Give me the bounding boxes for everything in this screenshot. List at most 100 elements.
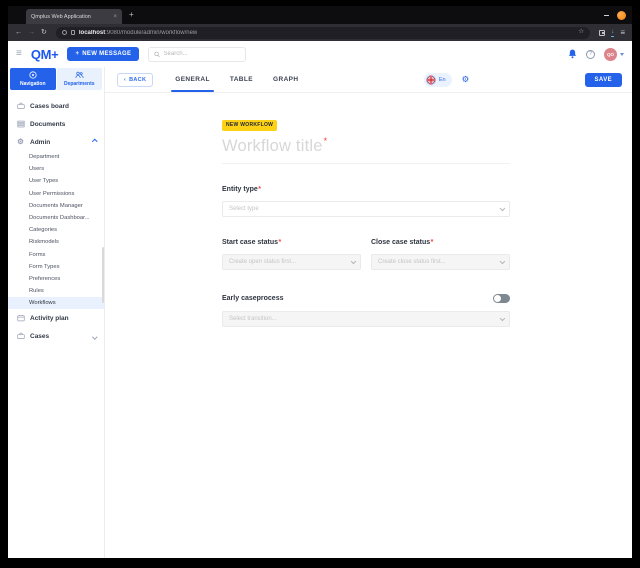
app-body: Navigation Departments Cases board Docum… xyxy=(8,67,632,558)
chevron-down-icon xyxy=(620,52,624,56)
workflow-title-input[interactable]: Workflow title* xyxy=(222,136,510,164)
chevron-down-icon xyxy=(499,315,505,321)
browser-window: Qmplus Web Application × + ← → ↻ localho… xyxy=(8,6,632,558)
extensions-icon[interactable] xyxy=(599,29,606,36)
downloads-icon[interactable]: ↓ xyxy=(611,28,615,37)
close-case-status-select[interactable]: Create close status first... xyxy=(371,254,510,270)
briefcase-icon xyxy=(16,102,25,110)
refresh-icon[interactable]: ↻ xyxy=(41,29,47,36)
settings-gear-icon[interactable]: ⚙ xyxy=(462,75,470,84)
chevron-down-icon xyxy=(350,258,356,264)
people-icon xyxy=(75,72,84,79)
tab-graph[interactable]: GRAPH xyxy=(263,67,308,92)
new-message-button[interactable]: + NEW MESSAGE xyxy=(67,47,140,61)
sidebar-item-forms[interactable]: Forms xyxy=(8,249,104,261)
sidebar-scrollbar[interactable] xyxy=(102,247,104,303)
new-message-label: NEW MESSAGE xyxy=(82,51,132,57)
save-button[interactable]: SAVE xyxy=(584,72,623,87)
sidebar-item-rules[interactable]: Rules xyxy=(8,285,104,297)
global-search[interactable] xyxy=(148,46,247,62)
url-host: localhost xyxy=(78,29,106,36)
browser-tabstrip: Qmplus Web Application × + xyxy=(8,6,632,24)
new-tab-icon[interactable]: + xyxy=(129,6,134,24)
transition-select[interactable]: Select transition... xyxy=(222,311,510,327)
sidebar-item-cases[interactable]: Cases xyxy=(8,327,104,345)
back-button[interactable]: ‹ BACK xyxy=(117,72,154,87)
sidebar-tab-departments[interactable]: Departments xyxy=(56,68,102,90)
content-toolbar: ‹ BACK GENERAL TABLE GRAPH En ⚙ SAVE xyxy=(105,67,632,93)
chevron-down-icon xyxy=(499,258,505,264)
header-right: ? QO xyxy=(568,47,624,61)
back-icon[interactable]: ← xyxy=(15,29,22,36)
early-caseprocess-label: Early caseprocess xyxy=(222,295,284,302)
sidebar-tabs: Navigation Departments xyxy=(8,67,104,92)
sidebar-item-cases-board[interactable]: Cases board xyxy=(8,97,104,115)
chevron-up-icon xyxy=(91,139,97,145)
notifications-bell-icon[interactable] xyxy=(568,49,577,59)
site-info-icon[interactable] xyxy=(61,30,67,35)
content-tabs: GENERAL TABLE GRAPH xyxy=(165,67,308,92)
url-text: localhost:9080/module/admin/workflow/new xyxy=(79,30,197,36)
browser-toolbar: ← → ↻ localhost:9080/module/admin/workfl… xyxy=(8,24,632,41)
sidebar-item-user-types[interactable]: User Types xyxy=(8,175,104,187)
app-menu-icon[interactable]: ≡ xyxy=(16,49,22,59)
language-label: En xyxy=(438,76,446,83)
search-icon xyxy=(154,51,160,57)
bookmark-star-icon[interactable]: ☆ xyxy=(578,29,584,36)
minimize-icon[interactable] xyxy=(604,14,609,16)
chevron-left-icon: ‹ xyxy=(124,76,127,83)
sidebar: Navigation Departments Cases board Docum… xyxy=(8,67,105,558)
plus-icon: + xyxy=(75,51,80,57)
chevron-down-icon xyxy=(91,333,97,339)
new-workflow-badge: NEW WORKFLOW xyxy=(222,119,278,131)
sidebar-item-preferences[interactable]: Preferences xyxy=(8,273,104,285)
sidebar-item-documents-manager[interactable]: Documents Manager xyxy=(8,200,104,212)
toggle-knob xyxy=(494,295,501,302)
search-input[interactable] xyxy=(163,51,241,57)
sidebar-item-documents[interactable]: Documents xyxy=(8,115,104,133)
app-logo[interactable]: QM+ xyxy=(31,47,59,62)
sidebar-item-admin[interactable]: ⚙ Admin xyxy=(8,133,104,151)
briefcase-icon xyxy=(16,332,25,340)
app-header: ≡ QM+ + NEW MESSAGE ? QO xyxy=(8,41,632,67)
start-case-status-select[interactable]: Create open status first... xyxy=(222,254,361,270)
tab-table[interactable]: TABLE xyxy=(220,67,263,92)
browser-tab[interactable]: Qmplus Web Application × xyxy=(26,9,122,24)
calendar-icon xyxy=(16,314,25,322)
sidebar-item-form-types[interactable]: Form Types xyxy=(8,261,104,273)
sidebar-item-workflows[interactable]: Workflows xyxy=(8,297,104,310)
sidebar-item-activity-plan[interactable]: Activity plan xyxy=(8,309,104,327)
sidebar-item-riskmodels[interactable]: Riskmodels xyxy=(8,236,104,248)
gear-icon: ⚙ xyxy=(17,137,24,147)
entity-type-label: Entity type* xyxy=(222,186,262,193)
tab-title: Qmplus Web Application xyxy=(31,13,91,20)
browser-menu-icon[interactable]: ≡ xyxy=(620,28,625,37)
early-caseprocess-toggle[interactable] xyxy=(493,294,510,303)
sidebar-item-categories[interactable]: Categories xyxy=(8,224,104,236)
sidebar-item-documents-dashboard[interactable]: Documents Dashboar... xyxy=(8,212,104,224)
required-marker: * xyxy=(323,136,328,146)
sidebar-nav: Cases board Documents ⚙ Admin Department xyxy=(8,92,104,345)
sidebar-item-user-permissions[interactable]: User Permissions xyxy=(8,188,104,200)
chevron-down-icon xyxy=(499,205,505,211)
window-controls xyxy=(604,10,632,20)
tab-general[interactable]: GENERAL xyxy=(165,67,220,92)
sidebar-tab-navigation[interactable]: Navigation xyxy=(10,68,56,90)
sidebar-item-users[interactable]: Users xyxy=(8,163,104,175)
sidebar-item-department[interactable]: Department xyxy=(8,151,104,163)
profile-icon[interactable] xyxy=(617,10,626,20)
page-icon xyxy=(70,30,75,35)
language-selector[interactable]: En xyxy=(423,72,452,87)
workflow-title-placeholder: Workflow title xyxy=(222,137,323,155)
close-case-status-label: Close case status* xyxy=(371,239,434,246)
tab-close-icon[interactable]: × xyxy=(113,14,117,20)
avatar[interactable]: QO xyxy=(604,47,617,61)
help-icon[interactable]: ? xyxy=(586,49,595,59)
entity-type-select[interactable]: Select type xyxy=(222,201,510,217)
url-bar[interactable]: localhost:9080/module/admin/workflow/new… xyxy=(55,26,591,39)
uk-flag-icon xyxy=(426,74,436,85)
desktop: Qmplus Web Application × + ← → ↻ localho… xyxy=(0,0,640,568)
compass-icon xyxy=(29,71,37,79)
start-case-status-label: Start case status* xyxy=(222,239,282,246)
user-menu[interactable]: QO xyxy=(604,47,624,61)
